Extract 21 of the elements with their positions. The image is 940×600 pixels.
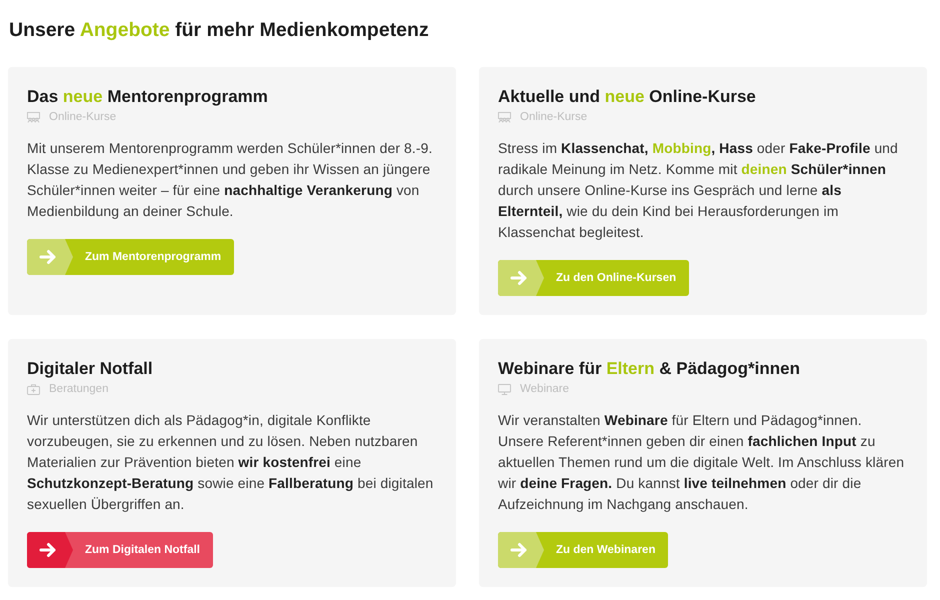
section-heading: Unsere Angebote für mehr Medienkompetenz [9, 18, 430, 43]
card-description: Mit unserem Mentorenprogramm werden Schüler*innen der 8.-9. Klasse zu Medienexpert*innen und geben ihr Wissen an jüngere Schüler*innen weiter – für eine nachhaltige Verankerung von Medienbildung an deiner Schule. [27, 139, 434, 221]
category-label: Beratungen [49, 382, 108, 397]
classroom-icon [498, 112, 511, 122]
card-title: Das neue Mentorenprogramm [27, 86, 268, 108]
category-label: Webinare [520, 382, 570, 397]
cta-button[interactable]: Zu den Online-Kursen [498, 260, 690, 296]
cta-button[interactable]: Zu den Webinaren [498, 532, 668, 568]
card-description: Stress im Klassenchat, Mobbing, Hass oder Fake-Profile und radikale Meinung im Netz. Komme mit deinen Schüler*innen durch unsere Online-Kurse ins Gespräch und lerne als Elternteil, wie du dein Kind bei Herausforderungen im Klassenchat begleitest. [498, 139, 899, 242]
card-description: Wir veranstalten Webinare für Eltern und Pädagog*innen. Unsere Referent*innen geben dir einen fachlichen Input zu aktuellen Themen rund um die digitale Welt. Im Anschluss klären wir deine Fragen. Du kannst live teilnehmen oder dir die Aufzeichnung im Nachgang anschauen. [498, 411, 906, 514]
card-title: Aktuelle und neue Online-Kurse [498, 86, 756, 108]
category-label: Online-Kurse [49, 110, 116, 125]
first-aid-case-icon [27, 384, 40, 394]
card-title: Digitaler Notfall [27, 358, 153, 380]
card-title: Webinare für Eltern & Pädagog*innen [498, 358, 800, 380]
monitor-icon [498, 384, 511, 394]
category-label: Online-Kurse [520, 110, 588, 125]
card-description: Wir unterstützen dich als Pädagog*in, digitale Konflikte vorzubeugen, sie zu erkennen und zu lösen. Neben nutzbaren Materialien zur Prävention bieten wir kostenfrei eine Schutzkonzept-Beratung sowie eine Fallberatung bei digitalen sexuellen Übergriffen an. [27, 411, 434, 514]
cta-button[interactable]: Zum Mentorenprogramm [27, 239, 234, 275]
classroom-icon [27, 112, 40, 122]
cta-button[interactable]: Zum Digitalen Notfall [27, 532, 213, 568]
